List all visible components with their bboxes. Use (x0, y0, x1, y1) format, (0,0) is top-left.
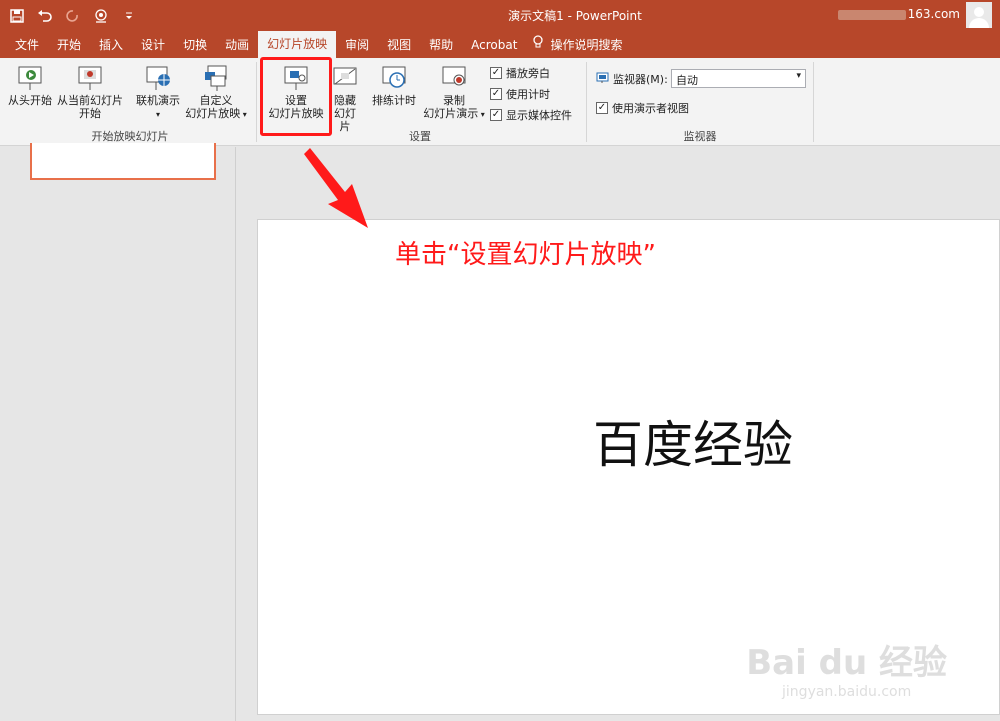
record-icon (442, 66, 466, 86)
group-label-set-up: 设置 (409, 130, 431, 143)
custom-label-2: 幻灯片放映 (185, 107, 241, 120)
from-current-label-2: 开始 (79, 107, 101, 120)
use-timings-checkbox[interactable]: ✓ 使用计时 (490, 86, 550, 102)
tell-me-search[interactable]: 操作说明搜索 (526, 33, 631, 58)
ribbon: 从头开始 从当前幻灯片 开始 联机演示 ▾ 自定义 幻灯片放映 ▾ 开始放映幻灯… (0, 58, 1000, 146)
play-narrations-checkbox[interactable]: ✓ 播放旁白 (490, 65, 550, 81)
use-timings-label: 使用计时 (506, 88, 550, 101)
account-info[interactable]: 163.com (837, 7, 960, 21)
monitor-selector-label: 监视器(M): (596, 71, 668, 87)
record-label-2: 幻灯片演示 (423, 107, 479, 120)
from-current-slide-button[interactable]: 从当前幻灯片 开始 (55, 64, 125, 120)
present-online-label: 联机演示 (136, 94, 180, 107)
annotation-text: 单击“设置幻灯片放映” (395, 240, 656, 270)
group-label-monitors: 监视器 (683, 130, 717, 143)
account-domain: 163.com (907, 7, 960, 21)
hide-label-1: 隐藏 (334, 94, 356, 107)
rehearse-timings-icon (382, 66, 406, 88)
from-current-label-1: 从当前幻灯片 (57, 94, 123, 107)
from-beginning-icon (18, 66, 42, 90)
checkmark-icon: ✓ (490, 109, 502, 121)
hide-label-2: 幻灯片 (334, 107, 356, 133)
slide-thumbnail[interactable] (30, 143, 216, 180)
custom-slide-show-icon (205, 65, 227, 91)
group-divider (586, 62, 587, 142)
baidu-watermark: Bai du 经验 jingyan.baidu.com (746, 635, 947, 700)
rehearse-label: 排练计时 (372, 94, 416, 107)
hide-slide-icon (333, 67, 357, 85)
slide-canvas[interactable]: 百度经验 Bai du 经验 jingyan.baidu.com (257, 219, 1000, 715)
tab-acrobat[interactable]: Acrobat (462, 33, 526, 58)
redacted-account (837, 9, 906, 20)
checkmark-icon: ✓ (490, 88, 502, 100)
record-slide-show-button[interactable]: 录制 幻灯片演示 ▾ (421, 64, 487, 121)
tab-transitions[interactable]: 切换 (174, 33, 216, 58)
title-bar: 演示文稿1 - PowerPoint 163.com (0, 0, 1000, 31)
presenter-view-label: 使用演示者视图 (612, 102, 689, 115)
from-current-icon (78, 66, 102, 90)
watermark-logo: Bai du 经验 (746, 643, 947, 683)
hide-slide-button[interactable]: 隐藏 幻灯片 (329, 64, 361, 133)
tell-me-label: 操作说明搜索 (550, 38, 623, 52)
checkmark-icon: ✓ (596, 102, 608, 114)
tab-view[interactable]: 视图 (378, 33, 420, 58)
play-narrations-label: 播放旁白 (506, 67, 550, 80)
tab-home[interactable]: 开始 (48, 33, 90, 58)
tab-file[interactable]: 文件 (6, 33, 48, 58)
presenter-view-checkbox[interactable]: ✓ 使用演示者视图 (596, 100, 689, 116)
chevron-down-icon: ▾ (478, 110, 485, 119)
monitor-select[interactable]: 自动 ▾ (671, 69, 806, 88)
checkmark-icon: ✓ (490, 67, 502, 79)
tab-design[interactable]: 设计 (132, 33, 174, 58)
present-online-button[interactable]: 联机演示 ▾ (134, 64, 182, 121)
tab-slide-show[interactable]: 幻灯片放映 (258, 31, 337, 58)
monitor-icon (596, 72, 609, 87)
ribbon-tabs: 文件 开始 插入 设计 切换 动画 幻灯片放映 审阅 视图 帮助 Acrobat… (0, 31, 1000, 58)
chevron-down-icon: ▾ (155, 110, 160, 119)
lightbulb-icon (532, 33, 544, 58)
group-divider (256, 62, 257, 142)
show-media-label: 显示媒体控件 (506, 109, 572, 122)
chevron-down-icon: ▾ (796, 71, 801, 81)
tab-review[interactable]: 审阅 (336, 33, 378, 58)
tab-animations[interactable]: 动画 (216, 33, 258, 58)
group-label-start-slide-show: 开始放映幻灯片 (91, 130, 169, 143)
show-media-controls-checkbox[interactable]: ✓ 显示媒体控件 (490, 107, 572, 123)
monitor-label: 监视器(M): (613, 73, 668, 86)
present-online-icon (146, 66, 170, 90)
annotation-arrow (304, 148, 368, 228)
rehearse-timings-button[interactable]: 排练计时 (370, 64, 418, 107)
from-beginning-button[interactable]: 从头开始 (6, 64, 54, 107)
chevron-down-icon: ▾ (240, 110, 247, 119)
slide-title[interactable]: 百度经验 (593, 405, 793, 477)
custom-slide-show-button[interactable]: 自定义 幻灯片放映 ▾ (183, 64, 249, 121)
slide-thumbnail-pane (0, 143, 236, 721)
record-label-1: 录制 (443, 94, 465, 107)
monitor-select-value: 自动 (676, 74, 698, 87)
tab-help[interactable]: 帮助 (420, 33, 462, 58)
tab-insert[interactable]: 插入 (90, 33, 132, 58)
custom-label-1: 自定义 (199, 94, 233, 107)
highlight-box (260, 57, 332, 136)
from-beginning-label: 从头开始 (8, 94, 52, 107)
group-divider (813, 62, 814, 142)
watermark-url: jingyan.baidu.com (782, 684, 912, 700)
avatar[interactable] (966, 2, 992, 28)
